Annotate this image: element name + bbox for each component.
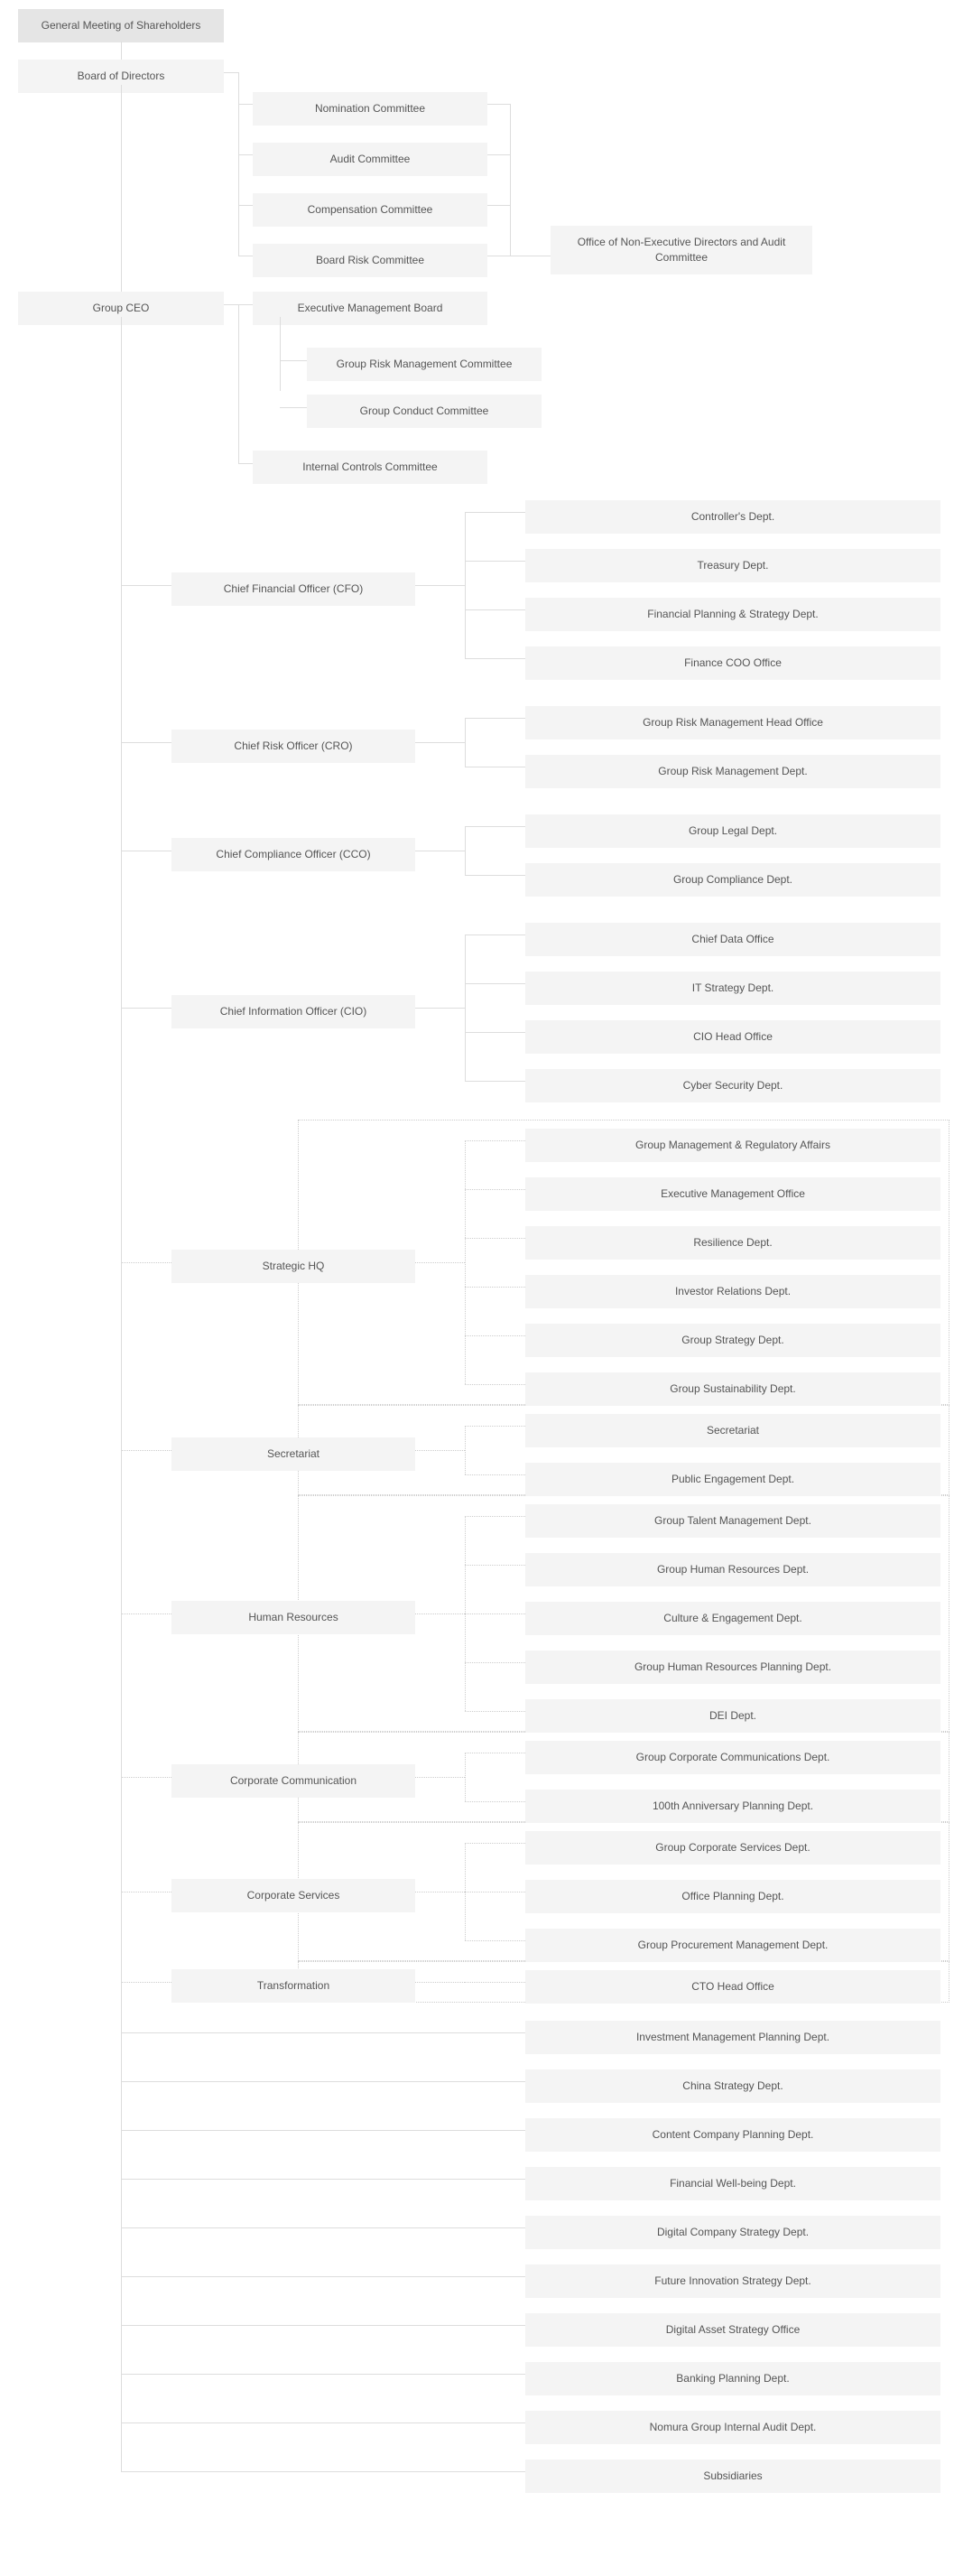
strategic-hq-item: Resilience Dept. <box>525 1226 940 1260</box>
cfo-item: Financial Planning & Strategy Dept. <box>525 598 940 631</box>
cio-item: Chief Data Office <box>525 923 940 956</box>
office-non-exec: Office of Non-Executive Directors and Au… <box>551 226 812 274</box>
corporate-communication: Corporate Communication <box>171 1764 415 1798</box>
nomination-committee: Nomination Committee <box>253 92 487 126</box>
corporate-communication-item: 100th Anniversary Planning Dept. <box>525 1790 940 1823</box>
tail-dept: Banking Planning Dept. <box>525 2362 940 2395</box>
corporate-services-item: Office Planning Dept. <box>525 1880 940 1913</box>
group-risk-mgmt-committee: Group Risk Management Committee <box>307 348 542 381</box>
cro: Chief Risk Officer (CRO) <box>171 730 415 763</box>
human-resources-item: Group Human Resources Planning Dept. <box>525 1651 940 1684</box>
tail-dept: Digital Asset Strategy Office <box>525 2313 940 2347</box>
corporate-services: Corporate Services <box>171 1879 415 1912</box>
corporate-communication-item: Group Corporate Communications Dept. <box>525 1741 940 1774</box>
cco: Chief Compliance Officer (CCO) <box>171 838 415 871</box>
cio-item: CIO Head Office <box>525 1020 940 1054</box>
human-resources-item: DEI Dept. <box>525 1699 940 1733</box>
secretariat-item: Secretariat <box>525 1414 940 1447</box>
transformation: Transformation <box>171 1969 415 2003</box>
strategic-hq-item: Group Sustainability Dept. <box>525 1372 940 1406</box>
tail-dept: Nomura Group Internal Audit Dept. <box>525 2411 940 2444</box>
cfo-item: Treasury Dept. <box>525 549 940 582</box>
strategic-hq-item: Executive Management Office <box>525 1177 940 1211</box>
human-resources-item: Group Human Resources Dept. <box>525 1553 940 1586</box>
cfo-item: Controller's Dept. <box>525 500 940 534</box>
board-risk-committee: Board Risk Committee <box>253 244 487 277</box>
cio-item: IT Strategy Dept. <box>525 972 940 1005</box>
cro-item: Group Risk Management Head Office <box>525 706 940 739</box>
strategic-hq: Strategic HQ <box>171 1250 415 1283</box>
audit-committee: Audit Committee <box>253 143 487 176</box>
internal-controls-committee: Internal Controls Committee <box>253 451 487 484</box>
strategic-hq-item: Group Management & Regulatory Affairs <box>525 1129 940 1162</box>
tail-dept: Digital Company Strategy Dept. <box>525 2216 940 2249</box>
compensation-committee: Compensation Committee <box>253 193 487 227</box>
tail-dept: Financial Well-being Dept. <box>525 2167 940 2200</box>
cfo-item: Finance COO Office <box>525 646 940 680</box>
secretariat: Secretariat <box>171 1437 415 1471</box>
group-conduct-committee: Group Conduct Committee <box>307 395 542 428</box>
general-meeting: General Meeting of Shareholders <box>18 9 224 42</box>
strategic-hq-item: Group Strategy Dept. <box>525 1324 940 1357</box>
corporate-services-item: Group Procurement Management Dept. <box>525 1929 940 1962</box>
tail-dept: Subsidiaries <box>525 2460 940 2493</box>
secretariat-item: Public Engagement Dept. <box>525 1463 940 1496</box>
cco-item: Group Compliance Dept. <box>525 863 940 897</box>
tail-dept: Investment Management Planning Dept. <box>525 2021 940 2054</box>
cro-item: Group Risk Management Dept. <box>525 755 940 788</box>
human-resources-item: Group Talent Management Dept. <box>525 1504 940 1538</box>
cfo: Chief Financial Officer (CFO) <box>171 572 415 606</box>
human-resources: Human Resources <box>171 1601 415 1634</box>
tail-dept: Future Innovation Strategy Dept. <box>525 2264 940 2298</box>
transformation-item: CTO Head Office <box>525 1970 940 2004</box>
executive-management-board: Executive Management Board <box>253 292 487 325</box>
tail-dept: China Strategy Dept. <box>525 2069 940 2103</box>
tail-dept: Content Company Planning Dept. <box>525 2118 940 2152</box>
human-resources-item: Culture & Engagement Dept. <box>525 1602 940 1635</box>
cio-item: Cyber Security Dept. <box>525 1069 940 1102</box>
cco-item: Group Legal Dept. <box>525 814 940 848</box>
corporate-services-item: Group Corporate Services Dept. <box>525 1831 940 1865</box>
cio: Chief Information Officer (CIO) <box>171 995 415 1028</box>
strategic-hq-item: Investor Relations Dept. <box>525 1275 940 1308</box>
